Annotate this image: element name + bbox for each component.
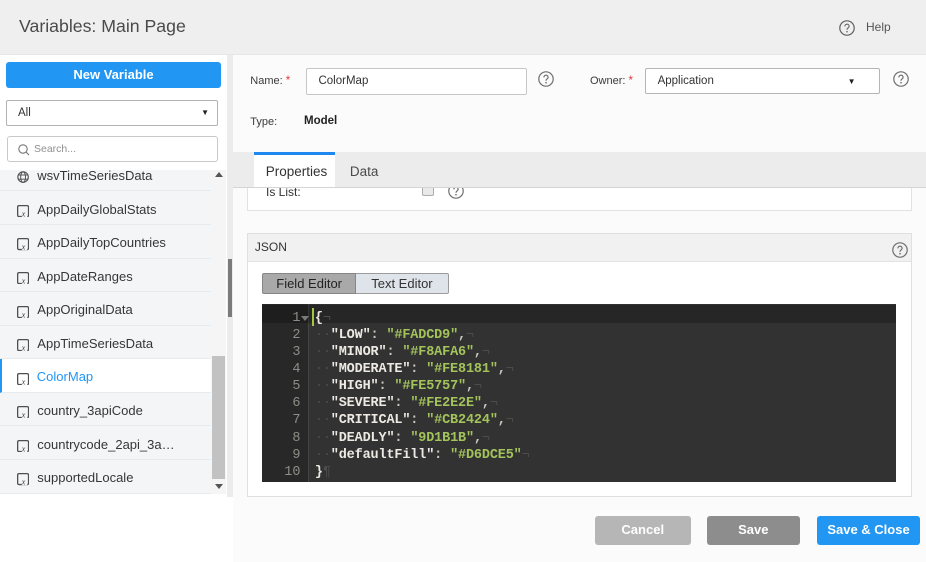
svg-text:x: x (21, 411, 26, 419)
svg-text:x: x (21, 276, 26, 284)
svg-text:x: x (20, 377, 25, 385)
svg-text:x: x (21, 478, 26, 486)
svg-text:x: x (21, 243, 26, 251)
svg-text:x: x (21, 344, 26, 352)
svg-text:x: x (21, 209, 26, 217)
svg-text:x: x (21, 310, 26, 318)
svg-text:x: x (21, 444, 26, 452)
